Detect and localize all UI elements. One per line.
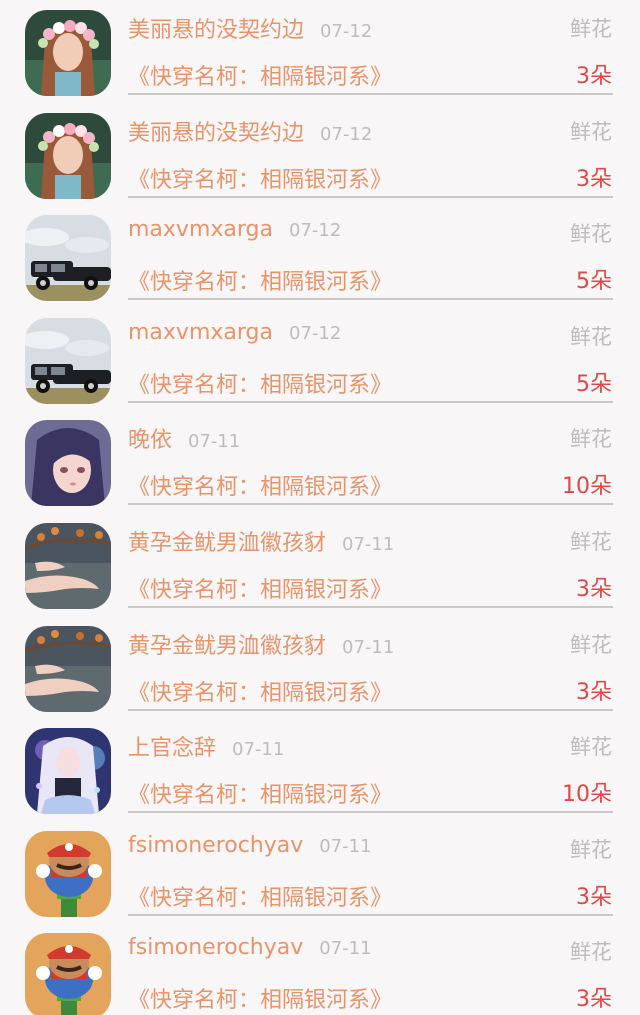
flower-crown-girl-avatar[interactable] bbox=[25, 10, 111, 96]
book-title[interactable]: 《快穿名柯：相隔银河系》 bbox=[128, 162, 392, 194]
gift-record-row-9[interactable]: fsimonerochyav 07-11 鲜花 《快穿名柯：相隔银河系》 3朵 bbox=[0, 821, 640, 923]
gift-date: 07-11 bbox=[342, 636, 395, 658]
row-divider bbox=[128, 93, 613, 95]
book-title[interactable]: 《快穿名柯：相隔银河系》 bbox=[128, 367, 392, 399]
user-name[interactable]: 晚依 07-11 bbox=[128, 422, 240, 454]
user-name-text: fsimonerochyav bbox=[128, 935, 304, 961]
book-title[interactable]: 《快穿名柯：相隔银河系》 bbox=[128, 675, 392, 707]
cartoon-plumber-avatar[interactable] bbox=[25, 830, 111, 917]
user-name-text: maxvmxarga bbox=[128, 319, 273, 345]
book-title[interactable]: 《快穿名柯：相隔银河系》 bbox=[128, 469, 392, 501]
user-name-text: 美丽悬的没契约边 bbox=[128, 120, 305, 146]
user-name-text: 美丽悬的没契约边 bbox=[128, 18, 305, 43]
row-divider bbox=[128, 913, 613, 916]
user-name[interactable]: 上官念辞 07-11 bbox=[128, 730, 284, 762]
gift-record-row-10[interactable]: fsimonerochyav 07-11 鲜花 《快穿名柯：相隔银河系》 3朵 bbox=[0, 923, 640, 1015]
gift-type: 鲜花 bbox=[570, 324, 612, 349]
gift-date: 07-12 bbox=[289, 322, 342, 344]
gift-type: 鲜花 bbox=[570, 837, 612, 862]
gift-date: 07-11 bbox=[232, 739, 285, 761]
user-name[interactable]: 美丽悬的没契约边 07-12 bbox=[128, 115, 372, 147]
row-divider bbox=[128, 811, 613, 814]
user-name[interactable]: maxvmxarga 07-12 bbox=[128, 320, 341, 345]
user-name-text: 黄孕金鱿男洫徽孩豺 bbox=[128, 531, 327, 556]
book-title[interactable]: 《快穿名柯：相隔银河系》 bbox=[128, 572, 392, 604]
gift-record-row-2[interactable]: 美丽悬的没契约边 07-12 鲜花 《快穿名柯：相隔银河系》 3朵 bbox=[0, 103, 640, 205]
gift-record-row-8[interactable]: 上官念辞 07-11 鲜花 《快穿名柯：相隔银河系》 10朵 bbox=[0, 718, 640, 820]
gift-record-list[interactable]: 美丽悬的没契约边 07-12 鲜花 《快穿名柯：相隔银河系》 3朵 美丽悬的没契约… bbox=[0, 0, 640, 1015]
row-divider bbox=[128, 298, 613, 301]
book-title[interactable]: 《快穿名柯：相隔银河系》 bbox=[128, 264, 392, 296]
book-title[interactable]: 《快穿名柯：相隔银河系》 bbox=[128, 880, 392, 912]
gift-record-row-1[interactable]: 美丽悬的没契约边 07-12 鲜花 《快穿名柯：相隔银河系》 3朵 bbox=[0, 0, 640, 102]
anime-girl-avatar[interactable] bbox=[25, 420, 111, 507]
gift-count: 3朵 bbox=[576, 64, 612, 89]
user-name-text: 晚依 bbox=[128, 428, 173, 454]
user-name[interactable]: 美丽悬的没契约边 07-12 bbox=[128, 12, 372, 44]
gift-type: 鲜花 bbox=[570, 735, 612, 760]
gift-count: 5朵 bbox=[576, 269, 612, 295]
gift-record-row-3[interactable]: maxvmxarga 07-12 鲜花 《快穿名柯：相隔银河系》 5朵 bbox=[0, 205, 640, 307]
book-title[interactable]: 《快穿名柯：相隔银河系》 bbox=[128, 982, 392, 1014]
hand-branch-avatar[interactable] bbox=[25, 523, 111, 609]
gift-count: 5朵 bbox=[576, 371, 612, 397]
user-name[interactable]: 黄孕金鱿男洫徽孩豺 07-11 bbox=[128, 628, 394, 660]
user-name-text: 黄孕金鱿男洫徽孩豺 bbox=[128, 633, 327, 659]
gift-date: 07-11 bbox=[319, 835, 372, 857]
row-divider bbox=[128, 606, 613, 608]
user-name[interactable]: maxvmxarga 07-12 bbox=[128, 217, 341, 242]
gift-count: 3朵 bbox=[576, 987, 612, 1013]
gift-type: 鲜花 bbox=[570, 940, 612, 965]
user-name-text: maxvmxarga bbox=[128, 217, 273, 243]
row-divider bbox=[128, 400, 613, 403]
gift-count: 10朵 bbox=[562, 782, 612, 808]
row-divider bbox=[128, 503, 613, 506]
gift-date: 07-11 bbox=[342, 534, 395, 555]
gift-date: 07-11 bbox=[319, 938, 372, 960]
gift-type: 鲜花 bbox=[570, 222, 612, 247]
gift-type: 鲜花 bbox=[570, 119, 612, 144]
gift-type: 鲜花 bbox=[570, 17, 612, 41]
gift-count: 3朵 bbox=[576, 884, 612, 910]
gift-count: 3朵 bbox=[576, 577, 612, 602]
user-name[interactable]: fsimonerochyav 07-11 bbox=[128, 833, 372, 858]
hand-branch-avatar[interactable] bbox=[25, 625, 111, 712]
gift-record-row-7[interactable]: 黄孕金鱿男洫徽孩豺 07-11 鲜花 《快穿名柯：相隔银河系》 3朵 bbox=[0, 616, 640, 718]
user-name[interactable]: 黄孕金鱿男洫徽孩豺 07-11 bbox=[128, 525, 394, 557]
gift-date: 07-12 bbox=[320, 123, 373, 145]
gift-date: 07-12 bbox=[289, 220, 342, 242]
gift-count: 10朵 bbox=[562, 474, 612, 500]
user-name[interactable]: fsimonerochyav 07-11 bbox=[128, 935, 372, 960]
row-divider bbox=[128, 708, 613, 711]
row-divider bbox=[128, 195, 613, 198]
gift-count: 3朵 bbox=[576, 679, 612, 705]
gift-date: 07-12 bbox=[320, 21, 373, 42]
user-name-text: fsimonerochyav bbox=[128, 832, 304, 858]
user-name-text: 上官念辞 bbox=[128, 736, 217, 762]
fantasy-girl-avatar[interactable] bbox=[25, 728, 111, 815]
book-title[interactable]: 《快穿名柯：相隔银河系》 bbox=[128, 777, 392, 809]
gift-type: 鲜花 bbox=[570, 632, 612, 657]
gift-date: 07-11 bbox=[188, 431, 241, 453]
gift-record-row-6[interactable]: 黄孕金鱿男洫徽孩豺 07-11 鲜花 《快穿名柯：相隔银河系》 3朵 bbox=[0, 513, 640, 615]
gift-record-row-4[interactable]: maxvmxarga 07-12 鲜花 《快穿名柯：相隔银河系》 5朵 bbox=[0, 308, 640, 410]
gift-type: 鲜花 bbox=[570, 530, 612, 554]
flower-crown-girl-avatar[interactable] bbox=[25, 112, 111, 199]
book-title[interactable]: 《快穿名柯：相隔银河系》 bbox=[128, 59, 392, 91]
vintage-car-avatar[interactable] bbox=[25, 317, 111, 404]
vintage-car-avatar[interactable] bbox=[25, 215, 111, 302]
cartoon-plumber-avatar[interactable] bbox=[25, 933, 111, 1015]
gift-count: 3朵 bbox=[576, 166, 612, 192]
gift-record-row-5[interactable]: 晚依 07-11 鲜花 《快穿名柯：相隔银河系》 10朵 bbox=[0, 410, 640, 512]
gift-type: 鲜花 bbox=[570, 427, 612, 452]
